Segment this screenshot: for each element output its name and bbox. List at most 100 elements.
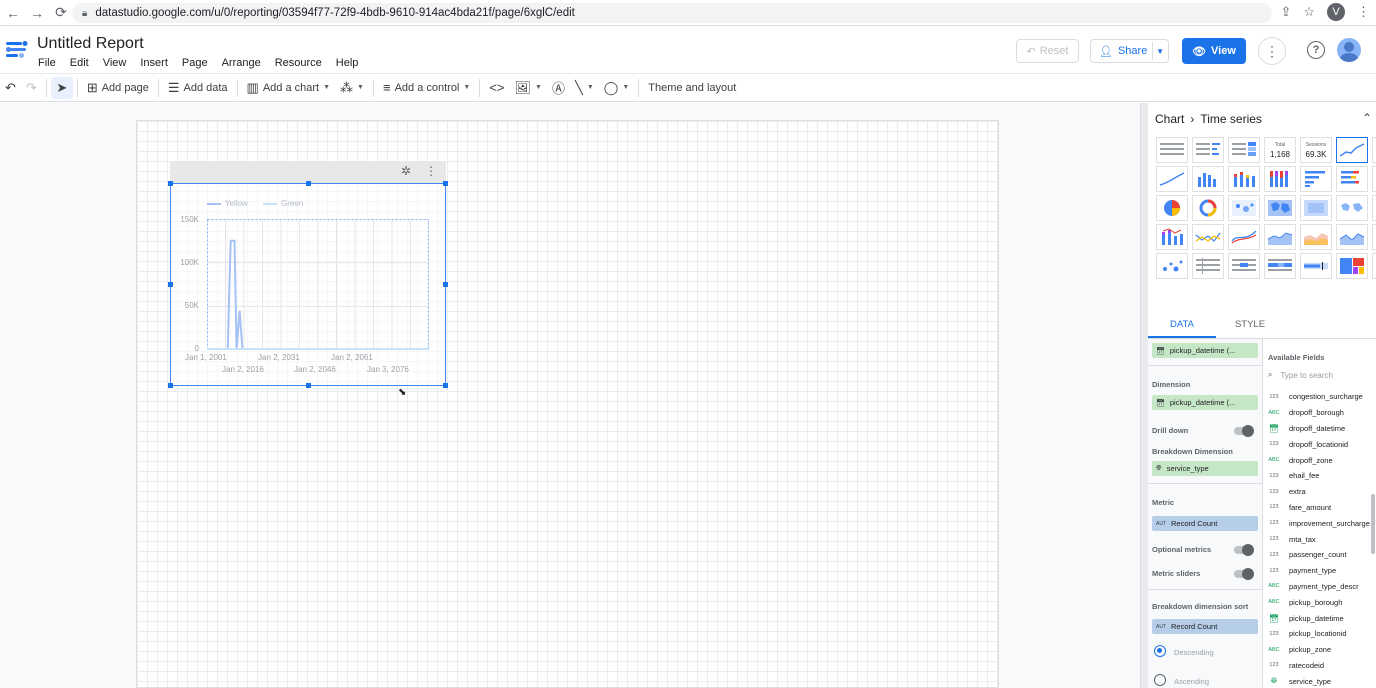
chart-type-bar-horizontal[interactable] [1300, 166, 1332, 192]
field-item[interactable]: ABC dropoff_borough [1268, 405, 1374, 421]
chart-type-smoothed-line[interactable] [1228, 224, 1260, 250]
embed-code-icon[interactable]: <> [484, 77, 509, 99]
reload-icon[interactable]: ⟳ [50, 2, 72, 24]
field-item[interactable]: ABC pickup_zone [1268, 642, 1374, 658]
drill-down-toggle[interactable] [1234, 425, 1254, 437]
chart-type-time-series[interactable] [1336, 137, 1368, 163]
address-bar[interactable]: 🔒︎ datastudio.google.com/u/0/reporting/0… [72, 3, 1272, 23]
tab-style[interactable]: STYLE [1216, 311, 1284, 338]
line-icon[interactable]: ╲ ▼ [570, 77, 599, 99]
chart-type-column[interactable] [1192, 166, 1224, 192]
select-pointer-icon[interactable]: ➤ [50, 76, 73, 99]
chart-type-donut[interactable] [1192, 195, 1224, 221]
chart-type-scorecard-compact[interactable]: Sessions 69.3K [1300, 137, 1332, 163]
resize-handle[interactable] [168, 181, 173, 186]
field-item[interactable]: ABC dropoff_zone [1268, 452, 1374, 468]
chart-type-line[interactable] [1192, 224, 1224, 250]
menu-resource[interactable]: Resource [275, 57, 322, 69]
chart-type-filled-map[interactable] [1336, 195, 1368, 221]
reset-button[interactable]: ↶ Reset [1016, 39, 1079, 63]
field-item[interactable]: 123 extra [1268, 484, 1374, 500]
field-item[interactable]: 📅︎ dropoff_datetime [1268, 421, 1374, 437]
share-button[interactable]: 👤︎ Share ▼ [1090, 39, 1169, 63]
menu-help[interactable]: Help [336, 57, 359, 69]
chart-type-stacked-bar[interactable] [1336, 166, 1368, 192]
report-title[interactable]: Untitled Report [37, 35, 144, 53]
resize-handle[interactable] [168, 383, 173, 388]
optional-metrics-toggle[interactable] [1234, 544, 1254, 556]
menu-arrange[interactable]: Arrange [222, 57, 261, 69]
menu-edit[interactable]: Edit [70, 57, 89, 69]
share-page-icon[interactable]: ⇪ [1280, 4, 1291, 20]
chart-type-bullet[interactable] [1300, 253, 1332, 279]
field-item[interactable]: 🌐︎ service_type [1268, 673, 1374, 688]
field-item[interactable]: 📅︎ pickup_datetime [1268, 610, 1374, 626]
browser-menu-icon[interactable]: ⋮ [1357, 4, 1370, 20]
field-item[interactable]: 123 congestion_surcharge [1268, 389, 1374, 405]
back-icon[interactable]: ← [2, 2, 24, 24]
shape-icon[interactable]: ◯ ▼ [599, 77, 635, 99]
fields-scrollbar[interactable] [1371, 494, 1375, 554]
more-options-icon[interactable]: ⋮ [1258, 37, 1286, 65]
field-search[interactable]: ⌕ Type to search [1268, 368, 1373, 382]
chart-type-pivot-heatmap[interactable] [1264, 253, 1296, 279]
time-series-chart[interactable]: Yellow Green 150K 100K 50K 0 Jan 1, 2001… [168, 181, 448, 388]
chart-type-stacked-combo[interactable] [1156, 224, 1188, 250]
ascending-radio[interactable] [1154, 674, 1166, 686]
field-item[interactable]: 123 pickup_locationid [1268, 626, 1374, 642]
tab-data[interactable]: DATA [1148, 311, 1216, 338]
data-studio-logo-icon[interactable] [6, 39, 28, 61]
chart-type-scatter[interactable] [1372, 224, 1376, 250]
chart-type-gauge[interactable] [1372, 253, 1376, 279]
chart-more-icon[interactable]: ⋮ [425, 164, 437, 178]
browser-profile-avatar[interactable]: V [1327, 3, 1345, 21]
breadcrumb-root[interactable]: Chart [1155, 112, 1184, 126]
descending-radio[interactable] [1154, 645, 1166, 657]
chart-type-stacked-column[interactable] [1228, 166, 1260, 192]
field-item[interactable]: 123 dropoff_locationid [1268, 436, 1374, 452]
add-data-button[interactable]: ☰ Add data [163, 77, 233, 99]
menu-view[interactable]: View [103, 57, 127, 69]
sparkle-icon[interactable]: ✲ [401, 164, 411, 178]
view-button[interactable]: 👁︎ View [1182, 38, 1246, 64]
field-item[interactable]: 123 ratecodeid [1268, 658, 1374, 674]
resize-handle[interactable] [443, 383, 448, 388]
chart-type-pivot-table[interactable] [1192, 253, 1224, 279]
forward-icon[interactable]: → [26, 2, 48, 24]
resize-handle[interactable] [443, 282, 448, 287]
resize-handle[interactable] [168, 282, 173, 287]
field-item[interactable]: 123 payment_type [1268, 563, 1374, 579]
panel-resize-bar[interactable] [1140, 103, 1148, 688]
add-chart-button[interactable]: ▥ Add a chart ▼ [242, 77, 336, 99]
field-item[interactable]: ABC pickup_borough [1268, 594, 1374, 610]
resize-handle[interactable] [443, 181, 448, 186]
collapse-icon[interactable]: ⌃ [1362, 111, 1372, 125]
field-item[interactable]: 123 improvement_surcharge [1268, 515, 1374, 531]
chart-type-table-heatmap[interactable] [1228, 137, 1260, 163]
chart-type-scorecard[interactable]: Total 1,168 [1264, 137, 1296, 163]
report-page[interactable]: ✲ ⋮ Yellow Green 150K 100K 50K 0 Jan 1, … [136, 120, 999, 688]
field-item[interactable]: 123 mta_tax [1268, 531, 1374, 547]
image-icon[interactable]: 🖼︎ ▼ [510, 77, 547, 99]
metric-chip[interactable]: AUT Record Count [1152, 516, 1258, 531]
chart-type-100-stacked-area[interactable] [1336, 224, 1368, 250]
field-item[interactable]: 123 passenger_count [1268, 547, 1374, 563]
user-avatar[interactable] [1337, 38, 1361, 62]
menu-insert[interactable]: Insert [140, 57, 168, 69]
field-item[interactable]: ABC payment_type_descr [1268, 579, 1374, 595]
dimension-chip[interactable]: 📅︎ pickup_datetime (... [1152, 395, 1258, 410]
undo-icon[interactable]: ↶ [0, 77, 21, 99]
chart-type-bubble[interactable] [1156, 253, 1188, 279]
field-item[interactable]: 123 ehail_fee [1268, 468, 1374, 484]
add-control-button[interactable]: ≡ Add a control ▼ [378, 77, 475, 99]
chart-type-area[interactable] [1264, 224, 1296, 250]
chart-type-100-stacked-column[interactable] [1264, 166, 1296, 192]
resize-handle[interactable] [306, 181, 311, 186]
redo-icon[interactable]: ↷ [21, 77, 42, 99]
chart-type-bubble-map[interactable] [1228, 195, 1260, 221]
add-page-button[interactable]: ⊞ Add page [82, 77, 154, 99]
chart-type-pie[interactable] [1156, 195, 1188, 221]
chart-type-stacked-area[interactable] [1300, 224, 1332, 250]
bookmark-star-icon[interactable]: ☆ [1303, 4, 1315, 20]
help-icon[interactable]: ? [1307, 41, 1325, 59]
